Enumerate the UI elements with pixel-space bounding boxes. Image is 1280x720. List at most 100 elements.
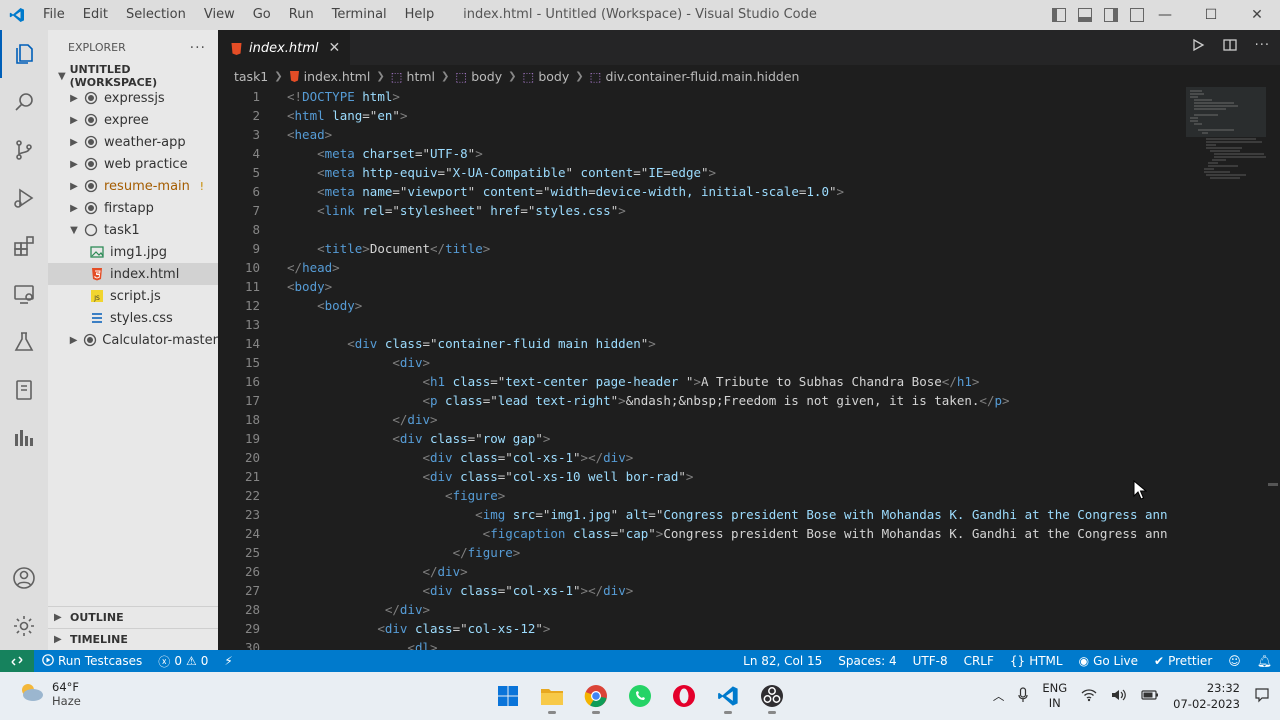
menu-terminal[interactable]: Terminal bbox=[323, 0, 396, 30]
cursor-position[interactable]: Ln 82, Col 15 bbox=[735, 654, 830, 668]
timeline-section[interactable]: ▶ TIMELINE bbox=[48, 628, 218, 650]
charts-icon[interactable] bbox=[0, 414, 48, 462]
folder-task1[interactable]: ▼ task1 bbox=[48, 219, 218, 241]
code-line[interactable]: 4 <meta charset="UTF-8"> bbox=[218, 144, 1186, 163]
outline-section[interactable]: ▶ OUTLINE bbox=[48, 606, 218, 628]
code-line[interactable]: 8 bbox=[218, 220, 1186, 239]
notebook-icon[interactable] bbox=[0, 366, 48, 414]
file-explorer-icon[interactable] bbox=[534, 678, 570, 714]
show-hidden-icons-chevron-up-icon[interactable]: ︿ bbox=[993, 688, 1005, 704]
lightning-icon[interactable]: ⚡ bbox=[216, 654, 240, 668]
close-window-icon[interactable]: ✕ bbox=[1234, 0, 1280, 30]
toggle-primary-sidebar-icon[interactable] bbox=[1052, 8, 1066, 22]
code-line[interactable]: 7 <link rel="stylesheet" href="styles.cs… bbox=[218, 201, 1186, 220]
manage-gear-icon[interactable] bbox=[0, 602, 48, 650]
more-actions-icon[interactable]: ··· bbox=[1255, 38, 1270, 56]
code-line[interactable]: 28 </div> bbox=[218, 600, 1186, 619]
code-line[interactable]: 5 <meta http-equiv="X-UA-Compatible" con… bbox=[218, 163, 1186, 182]
indentation[interactable]: Spaces: 4 bbox=[830, 654, 904, 668]
windows-start-icon[interactable] bbox=[490, 678, 526, 714]
run-debug-icon[interactable] bbox=[0, 174, 48, 222]
search-icon[interactable] bbox=[0, 78, 48, 126]
code-line[interactable]: 16 <h1 class="text-center page-header ">… bbox=[218, 372, 1186, 391]
code-line[interactable]: 20 <div class="col-xs-1"></div> bbox=[218, 448, 1186, 467]
folder-web-practice[interactable]: ▶ web practice bbox=[48, 153, 218, 175]
wifi-icon[interactable] bbox=[1081, 688, 1097, 705]
end-of-line[interactable]: CRLF bbox=[956, 654, 1002, 668]
tab-index-html[interactable]: index.html ✕ bbox=[218, 30, 351, 65]
clock[interactable]: 23:32 07-02-2023 bbox=[1173, 680, 1240, 712]
breadcrumb-item[interactable]: ⬚ div.container-fluid.main.hidden bbox=[590, 69, 800, 84]
code-line[interactable]: 12 <body> bbox=[218, 296, 1186, 315]
folder-firstapp[interactable]: ▶ firstapp bbox=[48, 197, 218, 219]
explorer-icon[interactable] bbox=[0, 30, 48, 78]
menu-go[interactable]: Go bbox=[244, 0, 280, 30]
code-line[interactable]: 18 </div> bbox=[218, 410, 1186, 429]
folder-weather-app[interactable]: ▶ weather-app bbox=[48, 131, 218, 153]
toggle-secondary-sidebar-icon[interactable] bbox=[1104, 8, 1118, 22]
split-editor-icon[interactable] bbox=[1222, 38, 1237, 56]
code-line[interactable]: 1 <!DOCTYPE html> bbox=[218, 87, 1186, 106]
source-control-icon[interactable] bbox=[0, 126, 48, 174]
volume-icon[interactable] bbox=[1111, 688, 1127, 705]
problems-indicator[interactable]: ⓧ 0 ⚠ 0 bbox=[150, 653, 216, 670]
go-live-button[interactable]: ◉ Go Live bbox=[1071, 654, 1146, 668]
menu-view[interactable]: View bbox=[195, 0, 244, 30]
folder-expressjs[interactable]: ▶ expressjs bbox=[48, 87, 218, 109]
code-line[interactable]: 13 bbox=[218, 315, 1186, 334]
run-testcases-button[interactable]: Run Testcases bbox=[34, 653, 150, 669]
vertical-scrollbar[interactable] bbox=[1266, 87, 1280, 650]
chrome-icon[interactable] bbox=[578, 678, 614, 714]
breadcrumb-item[interactable]: task1 bbox=[234, 69, 268, 84]
breadcrumb-item[interactable]: ⬚ html bbox=[391, 69, 435, 84]
notification-center-icon[interactable] bbox=[1254, 687, 1270, 706]
menu-file[interactable]: File bbox=[34, 0, 74, 30]
close-tab-icon[interactable]: ✕ bbox=[329, 40, 341, 56]
menu-selection[interactable]: Selection bbox=[117, 0, 195, 30]
code-line[interactable]: 17 <p class="lead text-right">&ndash;&nb… bbox=[218, 391, 1186, 410]
file-script-js[interactable]: JS script.js bbox=[48, 285, 218, 307]
explorer-more-actions[interactable]: ··· bbox=[190, 40, 206, 56]
folder-resume-main[interactable]: ▶ resume-main ! bbox=[48, 175, 218, 197]
accounts-icon[interactable] bbox=[0, 554, 48, 602]
menu-help[interactable]: Help bbox=[396, 0, 444, 30]
folder-calculator-master[interactable]: ▶ Calculator-master bbox=[48, 329, 218, 351]
breadcrumb-item[interactable]: ⬚ body bbox=[455, 69, 502, 84]
maximize-icon[interactable]: ☐ bbox=[1188, 0, 1234, 30]
run-play-icon[interactable] bbox=[1191, 38, 1205, 56]
minimize-icon[interactable]: — bbox=[1142, 0, 1188, 30]
file-index-html[interactable]: index.html bbox=[48, 263, 218, 285]
code-line[interactable]: 15 <div> bbox=[218, 353, 1186, 372]
minimap[interactable] bbox=[1186, 87, 1266, 207]
code-line[interactable]: 24 <figcaption class="cap">Congress pres… bbox=[218, 524, 1186, 543]
remote-indicator-icon[interactable] bbox=[0, 650, 34, 672]
notifications-bell-icon[interactable]: 🔔︎ bbox=[1249, 654, 1280, 668]
language-mode[interactable]: {} HTML bbox=[1002, 654, 1071, 668]
extensions-icon[interactable] bbox=[0, 222, 48, 270]
code-line[interactable]: 19 <div class="row gap"> bbox=[218, 429, 1186, 448]
code-line[interactable]: 11 <body> bbox=[218, 277, 1186, 296]
encoding[interactable]: UTF-8 bbox=[905, 654, 956, 668]
code-line[interactable]: 6 <meta name="viewport" content="width=d… bbox=[218, 182, 1186, 201]
toggle-panel-icon[interactable] bbox=[1078, 8, 1092, 22]
code-line[interactable]: 21 <div class="col-xs-10 well bor-rad"> bbox=[218, 467, 1186, 486]
folder-expree[interactable]: ▶ expree bbox=[48, 109, 218, 131]
whatsapp-icon[interactable] bbox=[622, 678, 658, 714]
testing-icon[interactable] bbox=[0, 318, 48, 366]
prettier-button[interactable]: ✔ Prettier bbox=[1146, 654, 1220, 668]
code-line[interactable]: 29 <div class="col-xs-12"> bbox=[218, 619, 1186, 638]
scrollbar-thumb[interactable] bbox=[1268, 483, 1278, 486]
obs-studio-icon[interactable] bbox=[754, 678, 790, 714]
vscode-taskbar-icon[interactable] bbox=[710, 678, 746, 714]
code-line[interactable]: 27 <div class="col-xs-1"></div> bbox=[218, 581, 1186, 600]
code-line[interactable]: 30 <dl> bbox=[218, 638, 1186, 650]
battery-icon[interactable] bbox=[1141, 689, 1159, 704]
menu-edit[interactable]: Edit bbox=[74, 0, 117, 30]
code-line[interactable]: 23 <img src="img1.jpg" alt="Congress pre… bbox=[218, 505, 1186, 524]
file-img1-jpg[interactable]: img1.jpg bbox=[48, 241, 218, 263]
opera-icon[interactable] bbox=[666, 678, 702, 714]
remote-explorer-icon[interactable] bbox=[0, 270, 48, 318]
code-line[interactable]: 2 <html lang="en"> bbox=[218, 106, 1186, 125]
microphone-icon[interactable] bbox=[1018, 686, 1028, 706]
input-language[interactable]: ENG IN bbox=[1042, 681, 1067, 711]
